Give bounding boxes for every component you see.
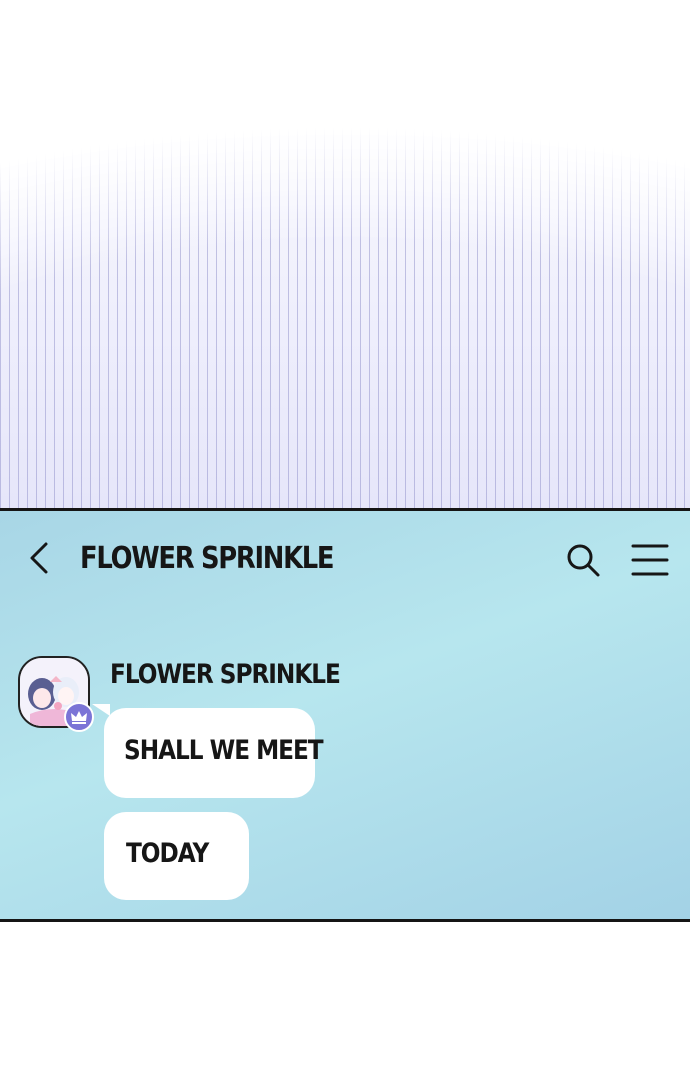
chat-header: FLOWER SPRINKLE bbox=[0, 511, 690, 606]
menu-button[interactable] bbox=[630, 543, 670, 577]
search-icon bbox=[567, 544, 600, 577]
striped-background bbox=[0, 0, 690, 508]
message-text: SHALL WE MEET bbox=[124, 735, 324, 766]
search-button[interactable] bbox=[564, 541, 602, 579]
chevron-left-icon bbox=[30, 542, 48, 574]
avatar[interactable] bbox=[18, 656, 94, 732]
back-button[interactable] bbox=[24, 541, 58, 575]
message-bubble-tail bbox=[92, 704, 110, 716]
message-text: TODAY bbox=[126, 838, 209, 869]
crown-icon bbox=[71, 711, 87, 724]
crown-badge bbox=[64, 702, 94, 732]
chat-title: FLOWER SPRINKLE bbox=[80, 541, 335, 576]
chat-screen-panel: FLOWER SPRINKLE FLOWER SPRINKLE SHALL WE… bbox=[0, 508, 690, 922]
hamburger-menu-icon bbox=[631, 544, 669, 576]
message-bubble[interactable]: TODAY bbox=[104, 812, 249, 900]
message-bubble[interactable]: SHALL WE MEET bbox=[104, 708, 324, 798]
sender-name: FLOWER SPRINKLE bbox=[110, 659, 341, 690]
